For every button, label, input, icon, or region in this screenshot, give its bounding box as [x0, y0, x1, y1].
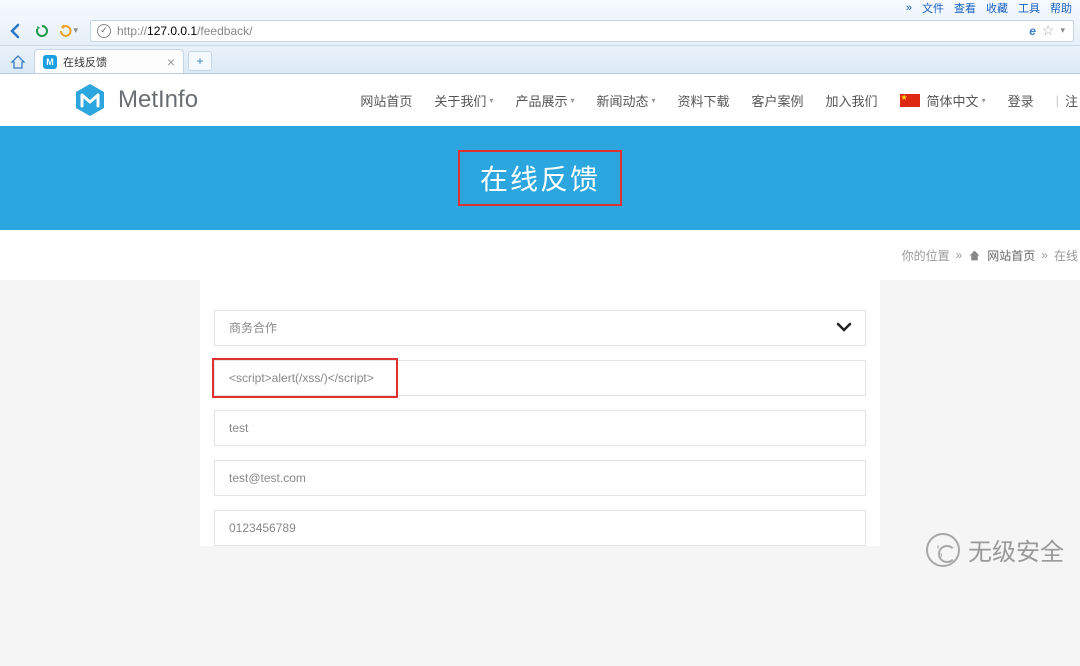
nav-home[interactable]: 网站首页 [360, 91, 412, 110]
nav-join[interactable]: 加入我们 [826, 91, 878, 110]
favorite-star-icon[interactable]: ☆ [1042, 22, 1055, 39]
form-section: 商务合作 [0, 280, 1080, 666]
menu-more[interactable]: » [906, 2, 912, 14]
form-field-name [214, 360, 866, 396]
url-input[interactable]: ✓ http://127.0.0.1/feedback/ e ☆ ▾ [90, 20, 1074, 42]
tab-title: 在线反馈 [63, 54, 107, 70]
chevron-down-icon: ▾ [489, 96, 493, 105]
nav-cases[interactable]: 客户案例 [752, 91, 804, 110]
nav-login[interactable]: 登录 [1008, 91, 1034, 110]
tab-feedback[interactable]: M 在线反馈 × [34, 49, 184, 73]
phone-input[interactable] [214, 510, 866, 546]
watermark-text: 无级安全 [968, 532, 1064, 567]
nav-news[interactable]: 新闻动态▾ [596, 91, 655, 110]
site-header: MetInfo 网站首页 关于我们▾ 产品展示▾ 新闻动态▾ 资料下载 客户案例… [0, 74, 1080, 126]
category-select[interactable]: 商务合作 [214, 310, 866, 346]
compat-mode-icon[interactable]: e [1029, 24, 1036, 38]
form-field-2 [214, 410, 866, 446]
url-dropdown-icon[interactable]: ▾ [1060, 25, 1065, 36]
breadcrumb-home-link[interactable]: 网站首页 [987, 247, 1035, 264]
email-input[interactable] [214, 460, 866, 496]
logo-hexagon-icon [72, 82, 108, 118]
hero-banner: 在线反馈 [0, 126, 1080, 230]
chevron-down-icon: ▾ [570, 96, 574, 105]
chevron-down-icon: ▾ [651, 96, 655, 105]
url-text: http://127.0.0.1/feedback/ [117, 24, 252, 38]
home-icon [968, 248, 981, 263]
nav-products[interactable]: 产品展示▾ [515, 91, 574, 110]
breadcrumb: 你的位置 » 网站首页 » 在线 [0, 230, 1080, 280]
breadcrumb-sep: » [956, 248, 963, 262]
breadcrumb-prefix: 你的位置 [902, 247, 950, 264]
security-shield-icon: ✓ [97, 24, 111, 38]
nav-divider: | [1056, 93, 1059, 108]
browser-tabs: M 在线反馈 × + [0, 46, 1080, 74]
browser-toolbar: ▾ ✓ http://127.0.0.1/feedback/ e ☆ ▾ [0, 16, 1080, 46]
hero-title: 在线反馈 [480, 158, 600, 198]
form-field-phone [214, 510, 866, 546]
nav-about[interactable]: 关于我们▾ [434, 91, 493, 110]
site-logo[interactable]: MetInfo [72, 82, 198, 118]
wechat-icon: ', [926, 533, 960, 567]
refresh-button[interactable] [32, 21, 52, 41]
chevron-down-icon: ▾ [982, 96, 986, 105]
form-field-email [214, 460, 866, 496]
name-input[interactable] [214, 360, 866, 396]
menu-file[interactable]: 文件 [922, 0, 944, 16]
text-input-2[interactable] [214, 410, 866, 446]
nav-register[interactable]: 注 [1065, 91, 1078, 110]
browser-top-menus: » 文件 查看 收藏 工具 帮助 [0, 0, 1080, 16]
breadcrumb-sep: » [1041, 248, 1048, 262]
watermark: ', 无级安全 [926, 532, 1064, 567]
tab-favicon: M [43, 55, 57, 69]
new-tab-button[interactable]: + [188, 51, 212, 71]
page-content: MetInfo 网站首页 关于我们▾ 产品展示▾ 新闻动态▾ 资料下载 客户案例… [0, 74, 1080, 666]
nav-language[interactable]: 简体中文▾ [900, 91, 986, 110]
form-field-category: 商务合作 [214, 310, 866, 346]
menu-help[interactable]: 帮助 [1050, 0, 1072, 16]
undo-button[interactable]: ▾ [58, 21, 78, 41]
flag-cn-icon [900, 94, 920, 107]
hero-title-highlight: 在线反馈 [458, 150, 622, 206]
tab-close-icon[interactable]: × [167, 54, 175, 70]
nav-downloads[interactable]: 资料下载 [678, 91, 730, 110]
undo-dropdown-icon: ▾ [73, 25, 78, 36]
breadcrumb-current: 在线 [1054, 247, 1078, 264]
menu-tools[interactable]: 工具 [1018, 0, 1040, 16]
menu-view[interactable]: 查看 [954, 0, 976, 16]
home-tab-button[interactable] [6, 51, 30, 73]
main-nav: 网站首页 关于我们▾ 产品展示▾ 新闻动态▾ 资料下载 客户案例 加入我们 简体… [360, 91, 1080, 110]
logo-text: MetInfo [118, 86, 198, 114]
back-button[interactable] [6, 21, 26, 41]
menu-favorites[interactable]: 收藏 [986, 0, 1008, 16]
